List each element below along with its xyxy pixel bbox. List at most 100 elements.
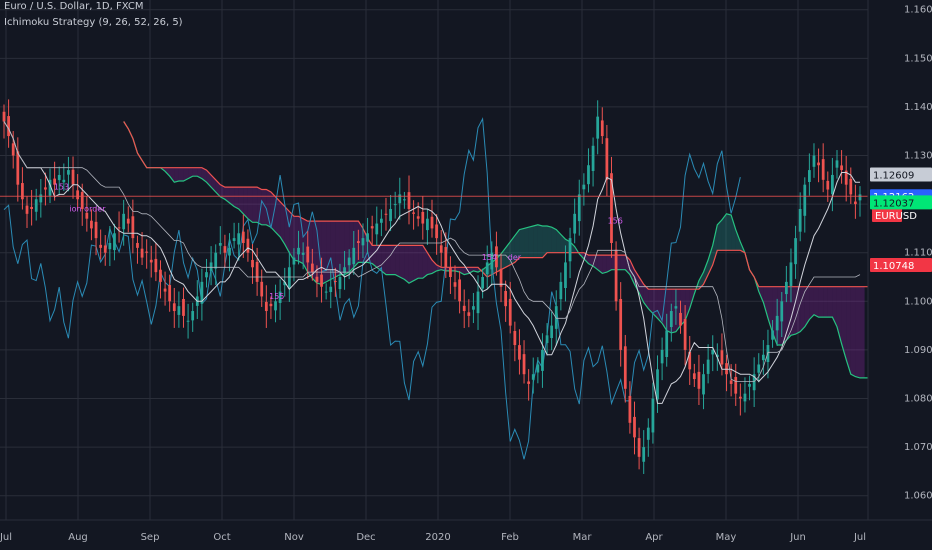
- candle-body: [725, 363, 728, 375]
- ichimoku-cloud-segment: [818, 286, 824, 318]
- candle-body: [748, 383, 751, 387]
- candle-body: [186, 320, 190, 322]
- candle-body: [720, 350, 724, 365]
- price-axis-tick-label: 1.10000: [904, 296, 932, 307]
- candle-body: [513, 330, 517, 346]
- candle-body: [623, 346, 627, 389]
- candle-body: [361, 238, 365, 246]
- candle-body: [140, 248, 144, 258]
- ichimoku-cloud-segment: [533, 224, 538, 258]
- candle-body: [775, 315, 779, 331]
- ichimoku-cloud-segment: [813, 286, 819, 318]
- candle-body: [729, 380, 733, 384]
- candle-body: [462, 305, 466, 312]
- candle-body: [159, 269, 162, 282]
- price-axis-tick-label: 1.14000: [904, 102, 932, 113]
- candle-body: [458, 279, 461, 302]
- ichimoku-cloud-segment: [390, 245, 396, 275]
- candle-body: [564, 262, 567, 288]
- time-axis-tick-label: Apr: [645, 532, 663, 543]
- time-axis-tick-label: Oct: [213, 532, 230, 543]
- candle-body: [375, 223, 379, 235]
- strategy-signal-label: ion order: [69, 204, 106, 213]
- candle-body: [642, 447, 646, 462]
- candle-body: [683, 319, 687, 350]
- candle-body: [287, 267, 291, 289]
- candle-body: [393, 204, 397, 206]
- candle-body: [545, 335, 549, 344]
- indicator-title[interactable]: Ichimoku Strategy (9, 26, 52, 26, 5): [4, 17, 183, 28]
- price-axis-tick-label: 1.08000: [904, 394, 932, 405]
- candle-body: [7, 116, 10, 137]
- candle-body: [255, 261, 259, 282]
- ichimoku-cloud-segment: [344, 221, 350, 275]
- candle-body: [568, 238, 572, 262]
- candle-body: [577, 194, 581, 222]
- ichimoku-cloud-segment: [602, 255, 607, 274]
- candle-body: [706, 359, 710, 374]
- candle-body: [131, 216, 135, 239]
- candle-body: [476, 291, 480, 314]
- price-badge-label: 1.10748: [873, 261, 914, 272]
- candle-body: [467, 312, 471, 316]
- candle-body: [297, 247, 300, 255]
- price-chart[interactable]: 153 ion order 154 der 155 156 1.16000 1.15000 1.…: [0, 0, 932, 550]
- candle-body: [57, 174, 61, 181]
- ichimoku-cloud-segment: [178, 167, 184, 182]
- candle-body: [352, 247, 356, 265]
- candle-body: [472, 306, 475, 310]
- candle-body: [205, 272, 208, 278]
- candle-body: [518, 345, 521, 360]
- ichimoku-cloud-segment: [528, 225, 534, 258]
- candle-body: [803, 184, 807, 216]
- price-axis-tick-label: 1.07000: [904, 442, 932, 453]
- candle-body: [71, 169, 75, 185]
- candle-body: [39, 194, 43, 203]
- price-badge-label: 1.12037: [873, 198, 914, 209]
- candle-body: [784, 281, 788, 295]
- candle-body: [522, 354, 526, 375]
- candle-body: [633, 416, 636, 438]
- candle-body: [858, 194, 862, 201]
- candle-body: [541, 349, 544, 371]
- candle-body: [306, 246, 310, 263]
- candle-body: [582, 184, 586, 190]
- price-axis-tick-label: 1.13000: [904, 151, 932, 162]
- time-axis-tick-label: Sep: [141, 532, 160, 543]
- ichimoku-cloud-segment: [339, 221, 345, 275]
- ichimoku-cloud-segment: [174, 167, 179, 183]
- ichimoku-cloud-segment: [289, 211, 294, 260]
- candle-body: [2, 111, 6, 122]
- candle-body: [108, 242, 112, 250]
- candle-body: [421, 211, 425, 224]
- candle-body: [587, 165, 590, 185]
- ichimoku-cloud-segment: [385, 245, 391, 275]
- candle-body: [789, 262, 793, 286]
- chart-container[interactable]: 153 ion order 154 der 155 156 1.16000 1.15000 1.…: [0, 0, 932, 550]
- candle-body: [449, 267, 452, 278]
- ichimoku-cloud-segment: [422, 245, 428, 279]
- ichimoku-cloud-segment: [408, 245, 414, 284]
- ichimoku-cloud-segment: [326, 221, 331, 282]
- candle-body: [817, 162, 820, 166]
- candle-body: [163, 288, 167, 292]
- candle-body: [426, 218, 429, 231]
- ichimoku-cloud-segment: [547, 225, 552, 253]
- price-axis-tick-label: 1.06000: [904, 491, 932, 502]
- candle-body: [840, 165, 843, 171]
- ichimoku-cloud-segment: [404, 245, 409, 284]
- candle-body: [94, 221, 98, 239]
- candle-body: [168, 285, 172, 302]
- candle-body: [324, 291, 328, 293]
- candle-body: [260, 281, 264, 297]
- candle-body: [826, 180, 830, 190]
- candle-body: [232, 238, 236, 241]
- candle-body: [614, 249, 618, 302]
- candle-body: [218, 242, 222, 246]
- candle-body: [90, 220, 93, 229]
- ichimoku-cloud-segment: [823, 286, 828, 318]
- candle-body: [628, 395, 632, 423]
- ichimoku-cloud-segment: [234, 187, 239, 209]
- candle-body: [660, 349, 664, 364]
- candle-body: [177, 306, 181, 315]
